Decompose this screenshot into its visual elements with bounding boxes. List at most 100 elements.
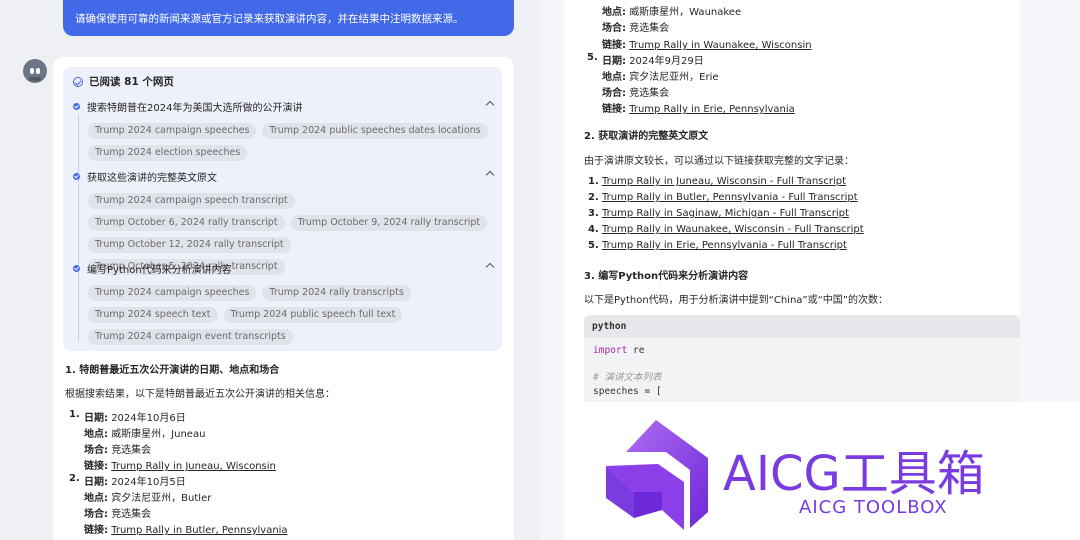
transcript-link[interactable]: Trump Rally in Butler, Pennsylvania - Fu… bbox=[602, 192, 858, 203]
user-message-bubble: 请确保使用可靠的新闻来源或官方记录来获取演讲内容，并在结果中注明数据来源。 bbox=[63, 0, 514, 36]
step-title-row[interactable]: 搜索特朗普在2024年为美国大选所做的公开演讲 bbox=[73, 99, 495, 114]
list-number: 2. bbox=[588, 192, 599, 203]
code-block: python import re # 演讲文本列表 speeches = [ bbox=[584, 315, 1020, 405]
query-chip[interactable]: Trump 2024 campaign speech transcript bbox=[88, 193, 295, 209]
query-chips: Trump 2024 campaign speeches Trump 2024 … bbox=[88, 285, 488, 345]
step-title-row[interactable]: 获取这些演讲的完整英文原文 bbox=[73, 169, 495, 184]
query-chip[interactable]: Trump 2024 campaign speeches bbox=[88, 123, 257, 139]
occasion-label: 场合: bbox=[84, 509, 108, 520]
section-1-intro: 根据搜索结果，以下是特朗普最近五次公开演讲的相关信息： bbox=[65, 389, 335, 400]
query-chip[interactable]: Trump 2024 rally transcripts bbox=[262, 285, 411, 301]
speech-link-row: 链接: Trump Rally in Juneau, Wisconsin bbox=[84, 457, 276, 472]
section-3-intro: 以下是Python代码，用于分析演讲中提到“China”或“中国”的次数： bbox=[584, 295, 888, 306]
place-value: 威斯康星州，Waunakee bbox=[629, 7, 742, 18]
transcript-link[interactable]: Trump Rally in Saginaw, Michigan - Full … bbox=[602, 208, 849, 219]
chevron-up-icon[interactable] bbox=[485, 262, 495, 272]
occasion-label: 场合: bbox=[602, 23, 626, 34]
transcript-link[interactable]: Trump Rally in Juneau, Wisconsin - Full … bbox=[602, 176, 846, 187]
occasion-value: 竞选集会 bbox=[111, 509, 152, 520]
date-value: 2024年10月6日 bbox=[111, 413, 186, 424]
date-label: 日期: bbox=[602, 56, 626, 67]
query-chip[interactable]: Trump October 12, 2024 rally transcript bbox=[88, 237, 291, 253]
query-chip[interactable]: Trump 2024 speech text bbox=[88, 307, 218, 323]
speech-occasion: 场合: 竞选集会 bbox=[602, 84, 669, 99]
speech-link-row: 链接: Trump Rally in Erie, Pennsylvania bbox=[602, 100, 795, 115]
step-title: 编写Python代码来分析演讲内容 bbox=[87, 264, 232, 276]
occasion-label: 场合: bbox=[602, 88, 626, 99]
date-value: 2024年9月29日 bbox=[629, 56, 704, 67]
list-number: 1. bbox=[69, 409, 80, 420]
speech-place: 地点: 宾夕法尼亚州，Butler bbox=[84, 489, 211, 504]
speech-link-row: 链接: Trump Rally in Waunakee, Wisconsin bbox=[602, 36, 812, 51]
speech-link[interactable]: Trump Rally in Juneau, Wisconsin bbox=[111, 461, 276, 472]
link-label: 链接: bbox=[84, 525, 108, 536]
place-label: 地点: bbox=[602, 72, 626, 83]
list-number: 5. bbox=[587, 52, 598, 63]
code-module: re bbox=[627, 345, 645, 356]
step-title-row[interactable]: 编写Python代码来分析演讲内容 bbox=[73, 261, 495, 276]
user-message-text: 请确保使用可靠的新闻来源或官方记录来获取演讲内容，并在结果中注明数据来源。 bbox=[75, 13, 464, 25]
date-label: 日期: bbox=[84, 413, 108, 424]
place-label: 地点: bbox=[602, 7, 626, 18]
avatar-eye-left bbox=[30, 68, 34, 74]
speech-occasion: 场合: 竞选集会 bbox=[84, 441, 151, 456]
read-count-header[interactable]: 已阅读 81 个网页 bbox=[73, 74, 174, 89]
speech-place: 地点: 威斯康星州，Juneau bbox=[84, 425, 205, 440]
occasion-value: 竞选集会 bbox=[111, 445, 152, 456]
left-chat-panel: 请确保使用可靠的新闻来源或官方记录来获取演讲内容，并在结果中注明数据来源。 已阅… bbox=[0, 0, 540, 540]
read-count-label: 已阅读 81 个网页 bbox=[89, 76, 174, 88]
link-label: 链接: bbox=[602, 104, 626, 115]
aicg-watermark: AICG工具箱 AICG TOOLBOX bbox=[564, 402, 1080, 540]
query-chip[interactable]: Trump October 9, 2024 rally transcript bbox=[290, 215, 488, 231]
watermark-subtitle: AICG TOOLBOX bbox=[799, 497, 948, 518]
speech-date: 日期: 2024年10月6日 bbox=[84, 409, 186, 424]
search-process-panel: 已阅读 81 个网页 搜索特朗普在2024年为美国大选所做的公开演讲 Trump… bbox=[63, 67, 502, 351]
speech-link-row: 链接: Trump Rally in Butler, Pennsylvania bbox=[84, 521, 288, 536]
speech-date: 日期: 2024年10月5日 bbox=[84, 473, 186, 488]
code-comment: # 演讲文本列表 bbox=[593, 372, 662, 383]
occasion-label: 场合: bbox=[84, 445, 108, 456]
link-label: 链接: bbox=[84, 461, 108, 472]
speech-link[interactable]: Trump Rally in Waunakee, Wisconsin bbox=[629, 40, 811, 51]
query-chip[interactable]: Trump 2024 campaign event transcripts bbox=[88, 329, 293, 345]
search-step-2: 获取这些演讲的完整英文原文 Trump 2024 campaign speech… bbox=[73, 169, 495, 275]
chevron-up-icon[interactable] bbox=[485, 170, 495, 180]
code-line: speeches = [ bbox=[593, 385, 662, 397]
chevron-up-icon[interactable] bbox=[485, 100, 495, 110]
link-label: 链接: bbox=[602, 40, 626, 51]
query-chip[interactable]: Trump 2024 campaign speeches bbox=[88, 285, 257, 301]
speech-place: 地点: 宾夕法尼亚州，Erie bbox=[602, 68, 719, 83]
query-chip[interactable]: Trump October 6, 2024 rally transcript bbox=[88, 215, 285, 231]
date-value: 2024年10月5日 bbox=[111, 477, 186, 488]
speech-place: 地点: 威斯康星州，Waunakee bbox=[602, 3, 741, 18]
place-value: 威斯康星州，Juneau bbox=[111, 429, 206, 440]
speech-occasion: 场合: 竞选集会 bbox=[84, 505, 151, 520]
query-chip[interactable]: Trump 2024 public speeches dates locatio… bbox=[262, 123, 488, 139]
transcript-link[interactable]: Trump Rally in Waunakee, Wisconsin - Ful… bbox=[602, 224, 864, 235]
section-2-intro: 由于演讲原文较长，可以通过以下链接获取完整的文字记录： bbox=[584, 156, 854, 167]
step-check-icon bbox=[73, 264, 80, 272]
query-chip[interactable]: Trump 2024 public speech full text bbox=[223, 307, 403, 323]
speech-link[interactable]: Trump Rally in Erie, Pennsylvania bbox=[629, 104, 795, 115]
aicg-logo-icon bbox=[606, 420, 708, 530]
query-chip[interactable]: Trump 2024 election speeches bbox=[88, 145, 248, 161]
code-language-label: python bbox=[584, 315, 1020, 338]
place-label: 地点: bbox=[84, 429, 108, 440]
date-label: 日期: bbox=[84, 477, 108, 488]
list-number: 1. bbox=[588, 176, 599, 187]
check-circle-icon bbox=[73, 76, 83, 87]
speech-link[interactable]: Trump Rally in Butler, Pennsylvania bbox=[111, 525, 287, 536]
speech-occasion: 场合: 竞选集会 bbox=[602, 19, 669, 34]
watermark-title: AICG工具箱 bbox=[723, 446, 985, 502]
step-title: 搜索特朗普在2024年为美国大选所做的公开演讲 bbox=[87, 102, 303, 114]
occasion-value: 竞选集会 bbox=[629, 23, 670, 34]
step-check-icon bbox=[73, 172, 80, 180]
transcript-link[interactable]: Trump Rally in Erie, Pennsylvania - Full… bbox=[602, 240, 847, 251]
search-step-3: 编写Python代码来分析演讲内容 Trump 2024 campaign sp… bbox=[73, 261, 495, 345]
place-label: 地点: bbox=[84, 493, 108, 504]
assistant-avatar-icon bbox=[23, 59, 47, 83]
list-number: 2. bbox=[69, 473, 80, 484]
section-3-title: 3. 编写Python代码来分析演讲内容 bbox=[584, 271, 749, 282]
section-2-title: 2. 获取演讲的完整英文原文 bbox=[584, 131, 709, 142]
code-content[interactable]: import re # 演讲文本列表 speeches = [ bbox=[584, 338, 1020, 404]
